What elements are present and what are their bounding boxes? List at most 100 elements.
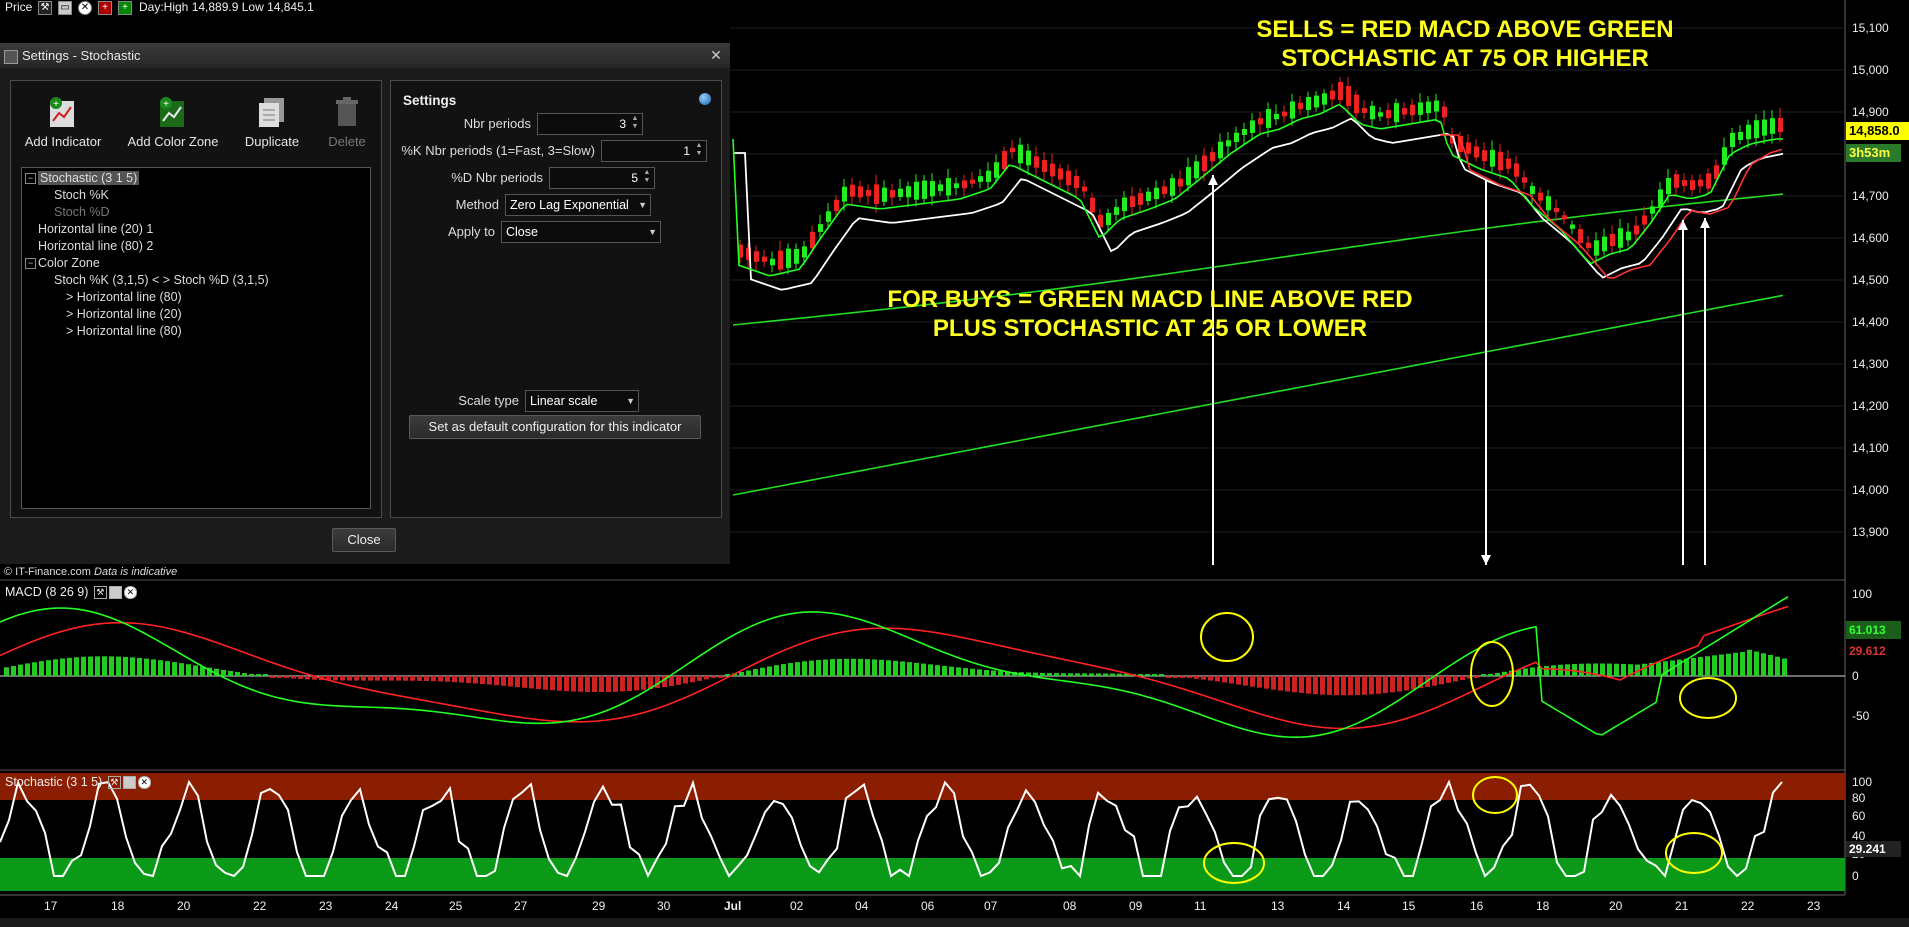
window-icon[interactable]: ▭ [58, 1, 72, 15]
dialog-titlebar[interactable]: Settings - Stochastic ✕ [0, 44, 730, 68]
duplicate-button[interactable]: Duplicate [237, 95, 307, 149]
macd-histogram-bar [550, 676, 555, 691]
tree-expander-icon[interactable]: − [25, 173, 36, 184]
macd-histogram-bar [676, 676, 681, 685]
k-periods-input[interactable]: 1 ▲ ▼ [601, 140, 707, 162]
macd-histogram-bar [1376, 676, 1381, 694]
tree-item[interactable]: > Horizontal line (20) [66, 306, 182, 322]
chevron-down-icon: ▼ [648, 227, 657, 237]
tree-item[interactable]: Stoch %K (3,1,5) < > Stoch %D (3,1,5) [54, 272, 269, 288]
macd-histogram-bar [802, 661, 807, 676]
macd-histogram-bar [60, 658, 65, 676]
macd-histogram-bar [697, 676, 702, 681]
dialog-title: Settings - Stochastic [22, 48, 141, 63]
candle-body [1474, 146, 1479, 158]
wrench-icon[interactable]: ⚒ [38, 1, 52, 15]
time-tick-label: 21 [1675, 899, 1689, 913]
nbr-periods-input[interactable]: 3 ▲ ▼ [537, 113, 643, 135]
macd-histogram-bar [578, 676, 583, 692]
set-default-button[interactable]: Set as default configuration for this in… [409, 415, 701, 439]
macd-histogram-bar [1775, 656, 1780, 676]
macd-tick-label: -50 [1852, 709, 1870, 723]
d-periods-input[interactable]: 5 ▲ ▼ [549, 167, 655, 189]
macd-histogram-bar [921, 663, 926, 676]
macd-histogram-bar [1586, 663, 1591, 676]
tree-item[interactable]: Horizontal line (80) 2 [38, 238, 153, 254]
macd-histogram-bar [1201, 676, 1206, 680]
macd-histogram-bar [1768, 655, 1773, 676]
macd-histogram-bar [1089, 673, 1094, 676]
macd-histogram-bar [1691, 657, 1696, 676]
macd-histogram-bar [1754, 651, 1759, 676]
macd-histogram-bar [746, 670, 751, 676]
macd-histogram-bar [984, 670, 989, 676]
spinner-icon[interactable]: ▲ ▼ [630, 115, 640, 131]
tree-item[interactable]: Stoch %D [54, 204, 110, 220]
macd-histogram-bar [998, 671, 1003, 676]
macd-histogram-bar [781, 664, 786, 676]
macd-histogram-bar [1110, 673, 1115, 676]
macd-histogram-bar [221, 669, 226, 676]
macd-histogram-bar [1075, 673, 1080, 676]
method-select[interactable]: Zero Lag Exponential ▼ [505, 194, 651, 216]
close-button[interactable]: Close [332, 528, 396, 552]
scale-type-select[interactable]: Linear scale ▼ [525, 390, 639, 412]
buy-arrow-head [1700, 218, 1710, 228]
candle-body [1226, 140, 1231, 147]
macd-histogram-bar [739, 671, 744, 676]
candle-body [1682, 180, 1687, 186]
candle-body [1146, 191, 1151, 201]
delete-button[interactable]: Delete [319, 95, 375, 149]
candle-body [826, 211, 831, 222]
close-circle-icon[interactable]: ✕ [78, 1, 92, 15]
indicator-tree[interactable]: − Stochastic (3 1 5) Stoch %K Stoch %D Horiz… [21, 167, 371, 509]
tree-item[interactable]: > Horizontal line (80) [66, 289, 182, 305]
price-tick-label: 15,100 [1852, 21, 1889, 35]
stoch-pane-header: Stochastic (3 1 5) ⚒ ✕ [5, 775, 151, 790]
spinner-icon[interactable]: ▲ ▼ [642, 169, 652, 185]
close-icon[interactable]: ✕ [708, 47, 724, 63]
macd-histogram-bar [522, 676, 527, 688]
chart-red-icon[interactable]: + [98, 1, 112, 15]
add-color-zone-button[interactable]: + Add Color Zone [125, 95, 221, 149]
apply-to-select[interactable]: Close ▼ [501, 221, 661, 243]
add-indicator-label: Add Indicator [24, 134, 102, 149]
price-tick-label: 14,700 [1852, 189, 1889, 203]
macd-histogram-bar [1362, 676, 1367, 695]
macd-histogram-bar [788, 663, 793, 676]
macd-histogram-bar [1705, 656, 1710, 676]
macd-histogram-bar [32, 662, 37, 676]
scale-type-value: Linear scale [530, 394, 598, 408]
macd-histogram-bar [767, 666, 772, 676]
macd-histogram-bar [88, 656, 93, 676]
tree-item[interactable]: − Stochastic (3 1 5) [25, 170, 140, 186]
add-indicator-button[interactable]: + Add Indicator [23, 95, 103, 149]
candle-body [1538, 192, 1543, 201]
tree-item-label: > Horizontal line (80) [66, 290, 182, 304]
window-icon[interactable] [108, 586, 122, 600]
wrench-icon[interactable]: ⚒ [107, 776, 121, 790]
macd-histogram-bar [1439, 676, 1444, 685]
macd-histogram-bar [571, 676, 576, 692]
candle-body [946, 178, 951, 196]
tree-item-label: > Horizontal line (20) [66, 307, 182, 321]
macd-histogram-bar [11, 665, 16, 676]
spinner-icon[interactable]: ▲ ▼ [694, 142, 704, 158]
candle-body [1562, 215, 1567, 220]
tree-expander-icon[interactable]: − [25, 258, 36, 269]
tree-item[interactable]: Horizontal line (20) 1 [38, 221, 153, 237]
close-circle-icon[interactable]: ✕ [137, 776, 151, 790]
window-icon[interactable] [122, 776, 136, 790]
candle-body [890, 190, 895, 198]
chart-green-icon[interactable]: + [118, 1, 132, 15]
macd-histogram-bar [893, 660, 898, 676]
help-icon[interactable] [699, 93, 711, 105]
close-circle-icon[interactable]: ✕ [123, 586, 137, 600]
wrench-icon[interactable]: ⚒ [93, 586, 107, 600]
price-label: Price [5, 0, 33, 14]
tree-item[interactable]: − Color Zone [25, 255, 100, 271]
time-tick-label: 16 [1470, 899, 1484, 913]
tree-item[interactable]: Stoch %K [54, 187, 109, 203]
tree-item[interactable]: > Horizontal line (80) [66, 323, 182, 339]
macd-histogram-bar [4, 667, 9, 676]
